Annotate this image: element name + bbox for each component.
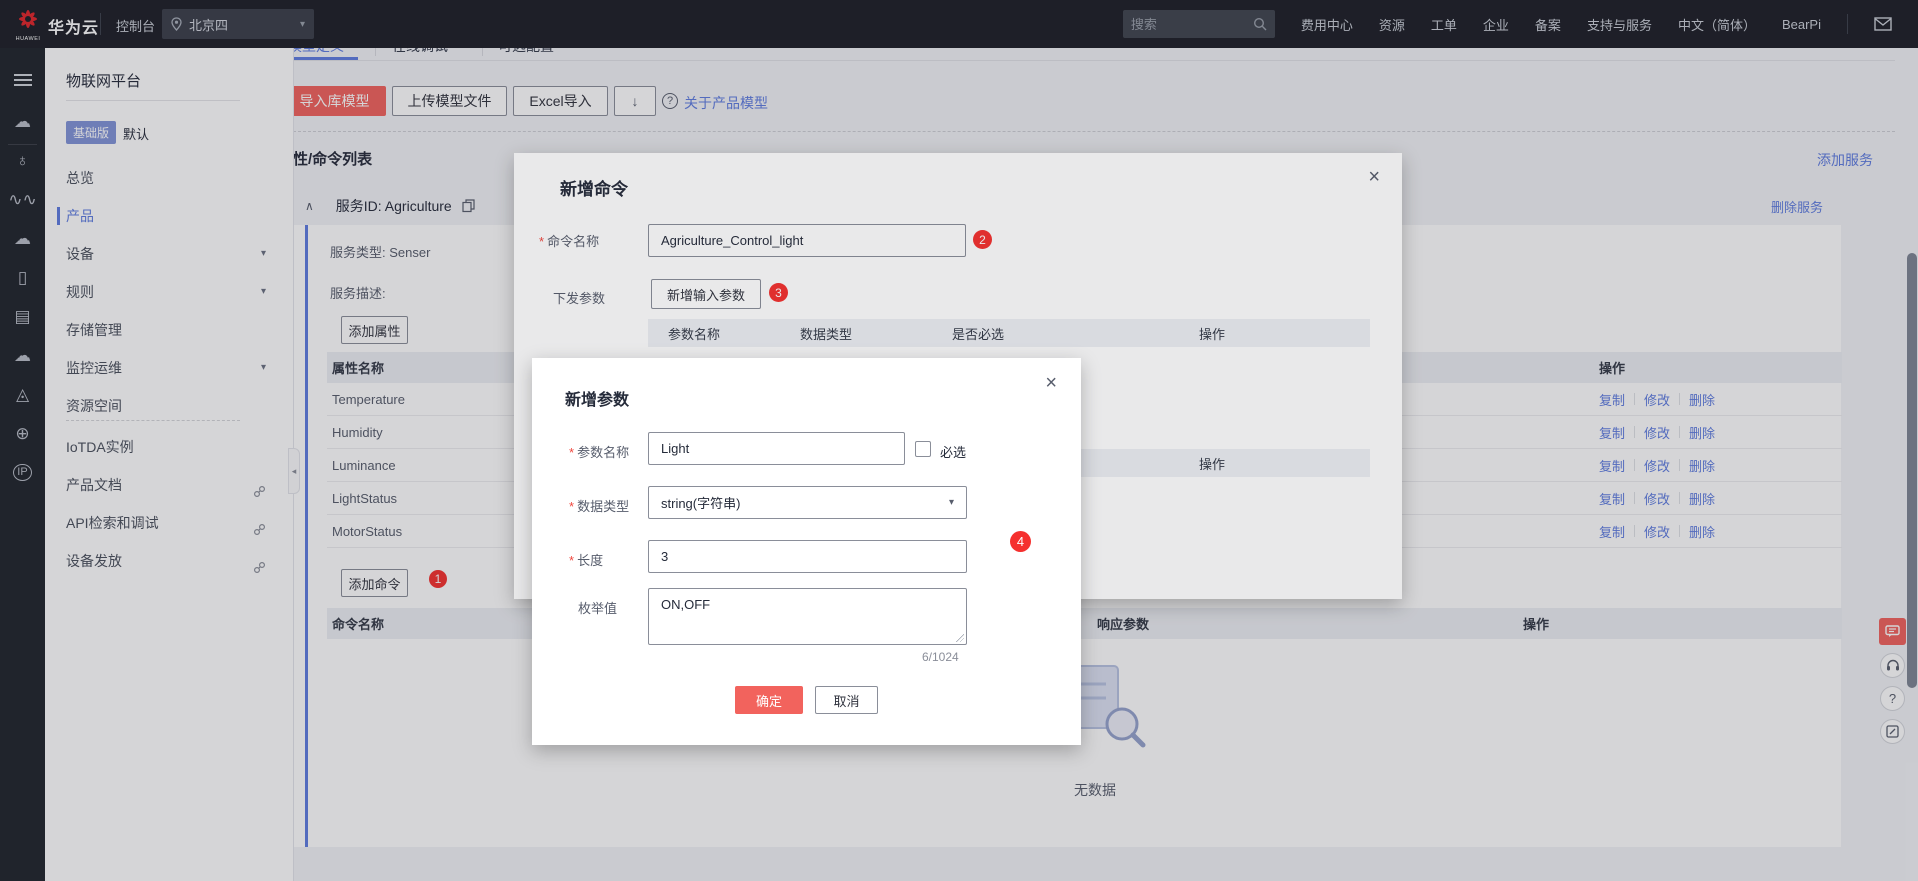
length-label: *长度 <box>569 550 603 569</box>
enum-label: 枚举值 <box>578 598 617 617</box>
confirm-button[interactable]: 确定 <box>735 686 803 714</box>
required-checkbox-label: 必选 <box>940 442 966 461</box>
param-name-label: *参数名称 <box>569 442 629 461</box>
required-checkbox[interactable] <box>915 441 931 457</box>
add-parameter-modal: × 新增参数 *参数名称 Light 必选 *数据类型 string(字符串)▾… <box>532 358 1081 745</box>
param-type-label: *数据类型 <box>569 496 629 515</box>
close-icon[interactable]: × <box>1045 373 1057 393</box>
modal-title: 新增参数 <box>565 386 629 410</box>
resize-grip-icon[interactable] <box>955 633 964 642</box>
required-asterisk: * <box>569 445 574 460</box>
required-asterisk: * <box>569 499 574 514</box>
enum-textarea[interactable]: ON,OFF <box>648 588 967 645</box>
required-asterisk: * <box>569 553 574 568</box>
param-name-input[interactable]: Light <box>648 432 905 465</box>
param-type-select[interactable]: string(字符串)▾ <box>648 486 967 519</box>
char-counter: 6/1024 <box>922 650 959 664</box>
length-input[interactable]: 3 <box>648 540 967 573</box>
step-badge-4: 4 <box>1010 531 1031 552</box>
page: 模型定义 在线调试 可选配置 导入库模型 上传模型文件 Excel导入 ↓ ? … <box>0 0 1918 881</box>
chevron-down-icon: ▾ <box>949 497 954 508</box>
cancel-button[interactable]: 取消 <box>815 686 878 714</box>
